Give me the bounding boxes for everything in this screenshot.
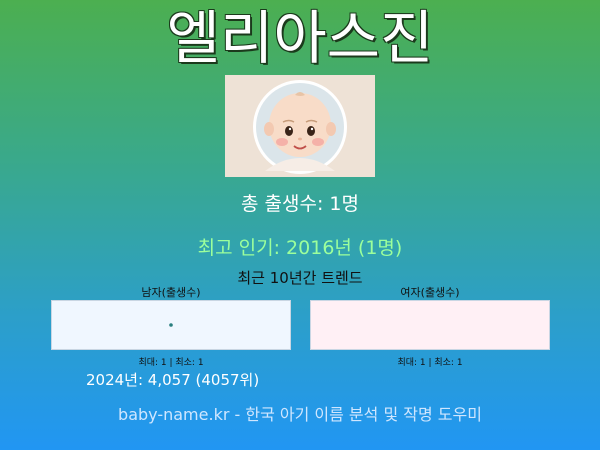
year-rank-stat: 2024년: 4,057 (4057위) — [86, 371, 260, 389]
total-births: 총 출생수: 1명 — [241, 193, 359, 215]
male-chart-plot — [169, 323, 173, 327]
male-data-point — [169, 323, 173, 327]
footer-text: baby-name.kr - 한국 아기 이름 분석 및 작명 도우미 — [118, 405, 482, 424]
male-chart-stats: 최대: 1 | 최소: 1 — [138, 358, 204, 368]
male-chart-label: 남자(출생수) — [141, 286, 201, 299]
female-chart-stats: 최대: 1 | 최소: 1 — [397, 358, 463, 368]
page-title: 엘리아스진 — [166, 4, 434, 72]
baby-illustration — [225, 75, 375, 177]
most-popular-year: 최고 인기: 2016년 (1명) — [197, 237, 403, 259]
male-chart — [51, 300, 291, 350]
female-chart-label: 여자(출생수) — [400, 286, 460, 299]
female-chart — [310, 300, 550, 350]
